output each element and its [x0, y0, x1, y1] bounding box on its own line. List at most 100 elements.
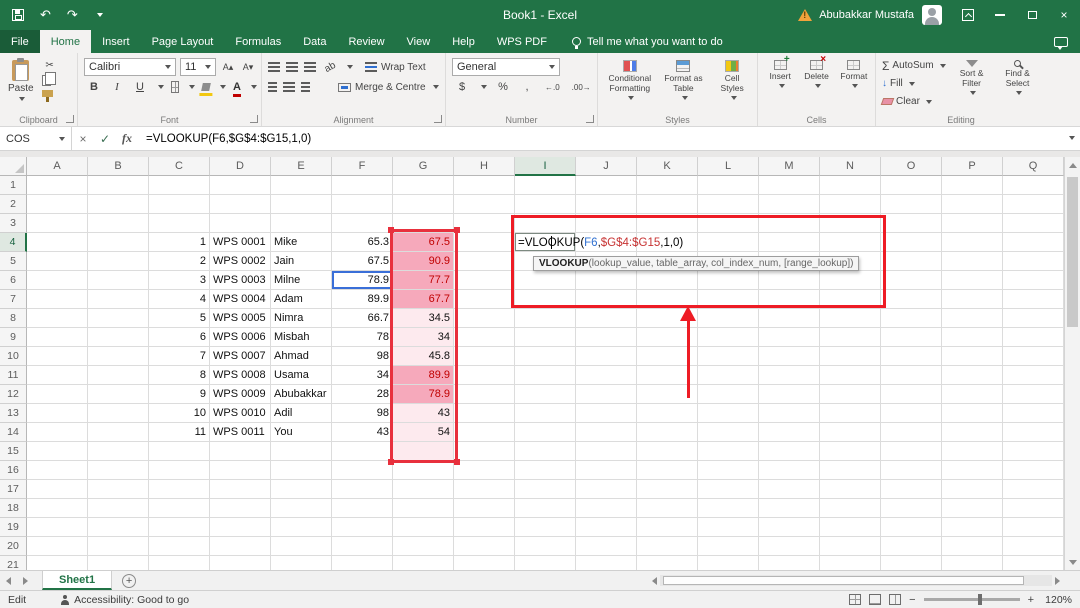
row-header-8[interactable]: 8 [0, 309, 27, 328]
align-right-icon[interactable] [301, 82, 310, 84]
cell-N17[interactable] [820, 480, 881, 499]
row-header-15[interactable]: 15 [0, 442, 27, 461]
cell-B5[interactable] [88, 252, 149, 271]
comma-button[interactable]: , [519, 78, 535, 96]
cell-F2[interactable] [332, 195, 393, 214]
cell-J14[interactable] [576, 423, 637, 442]
cell-C2[interactable] [149, 195, 210, 214]
cell-H2[interactable] [454, 195, 515, 214]
row-header-1[interactable]: 1 [0, 176, 27, 195]
cell-A20[interactable] [27, 537, 88, 556]
horizontal-scroll-thumb[interactable] [663, 576, 1024, 585]
cell-D4[interactable]: WPS 0001 [210, 233, 271, 252]
cell-N18[interactable] [820, 499, 881, 518]
cell-L1[interactable] [698, 176, 759, 195]
cell-P2[interactable] [942, 195, 1003, 214]
tell-me-box[interactable]: Tell me what you want to do [572, 30, 723, 53]
underline-button[interactable]: U [132, 78, 148, 96]
cell-C20[interactable] [149, 537, 210, 556]
cell-H19[interactable] [454, 518, 515, 537]
cell-L8[interactable] [698, 309, 759, 328]
row-header-5[interactable]: 5 [0, 252, 27, 271]
avatar[interactable] [922, 5, 942, 25]
cell-C6[interactable]: 3 [149, 271, 210, 290]
fill-button[interactable]: ↓ Fill [882, 75, 946, 92]
zoom-in-button[interactable]: + [1028, 594, 1034, 606]
cell-B4[interactable] [88, 233, 149, 252]
cell-F3[interactable] [332, 214, 393, 233]
cell-M9[interactable] [759, 328, 820, 347]
col-header-I[interactable]: I [515, 157, 576, 176]
cell-F1[interactable] [332, 176, 393, 195]
borders-dropdown-arrow[interactable] [189, 85, 195, 89]
orientation-dropdown-arrow[interactable] [347, 65, 353, 69]
cell-H3[interactable] [454, 214, 515, 233]
cell-N16[interactable] [820, 461, 881, 480]
save-icon[interactable] [12, 9, 24, 21]
cell-H1[interactable] [454, 176, 515, 195]
cell-P19[interactable] [942, 518, 1003, 537]
middle-align-icon[interactable] [286, 62, 298, 64]
cell-P4[interactable] [942, 233, 1003, 252]
cell-I10[interactable] [515, 347, 576, 366]
cell-H21[interactable] [454, 556, 515, 570]
row-header-12[interactable]: 12 [0, 385, 27, 404]
cell-F4[interactable]: 65.3 [332, 233, 393, 252]
cell-H17[interactable] [454, 480, 515, 499]
cell-H7[interactable] [454, 290, 515, 309]
cell-Q18[interactable] [1003, 499, 1064, 518]
cell-B11[interactable] [88, 366, 149, 385]
autosum-button[interactable]: Σ AutoSum [882, 57, 946, 74]
cell-E17[interactable] [271, 480, 332, 499]
cell-F10[interactable]: 98 [332, 347, 393, 366]
cell-N21[interactable] [820, 556, 881, 570]
cell-O17[interactable] [881, 480, 942, 499]
cell-E10[interactable]: Ahmad [271, 347, 332, 366]
percent-button[interactable]: % [495, 78, 511, 96]
row-header-19[interactable]: 19 [0, 518, 27, 537]
cell-O19[interactable] [881, 518, 942, 537]
row-header-11[interactable]: 11 [0, 366, 27, 385]
cell-A3[interactable] [27, 214, 88, 233]
cell-M19[interactable] [759, 518, 820, 537]
cell-K13[interactable] [637, 404, 698, 423]
cell-M12[interactable] [759, 385, 820, 404]
cell-M14[interactable] [759, 423, 820, 442]
cell-D14[interactable]: WPS 0011 [210, 423, 271, 442]
cell-G1[interactable] [393, 176, 454, 195]
cell-A14[interactable] [27, 423, 88, 442]
row-header-16[interactable]: 16 [0, 461, 27, 480]
cell-Q1[interactable] [1003, 176, 1064, 195]
cell-I12[interactable] [515, 385, 576, 404]
cell-Q4[interactable] [1003, 233, 1064, 252]
cell-F14[interactable]: 43 [332, 423, 393, 442]
paste-button[interactable]: Paste [6, 57, 36, 101]
cell-O21[interactable] [881, 556, 942, 570]
cell-F16[interactable] [332, 461, 393, 480]
cell-O11[interactable] [881, 366, 942, 385]
vertical-scroll-thumb[interactable] [1067, 177, 1078, 327]
clipboard-dialog-launcher[interactable] [66, 115, 74, 123]
cell-B12[interactable] [88, 385, 149, 404]
cell-A18[interactable] [27, 499, 88, 518]
cell-A4[interactable] [27, 233, 88, 252]
top-align-icon[interactable] [268, 62, 280, 64]
cell-N9[interactable] [820, 328, 881, 347]
enter-button[interactable]: ✓ [94, 132, 116, 146]
row-header-7[interactable]: 7 [0, 290, 27, 309]
cell-C17[interactable] [149, 480, 210, 499]
cell-F18[interactable] [332, 499, 393, 518]
cancel-button[interactable]: × [72, 132, 94, 146]
cell-K15[interactable] [637, 442, 698, 461]
cell-C5[interactable]: 2 [149, 252, 210, 271]
cell-A13[interactable] [27, 404, 88, 423]
font-color-icon[interactable]: A [233, 82, 241, 93]
cell-O14[interactable] [881, 423, 942, 442]
col-header-L[interactable]: L [698, 157, 759, 176]
cell-F15[interactable] [332, 442, 393, 461]
scroll-right-arrow[interactable] [1055, 577, 1060, 585]
redo-icon[interactable]: ↷ [67, 7, 78, 23]
cell-G20[interactable] [393, 537, 454, 556]
cell-I1[interactable] [515, 176, 576, 195]
copy-button[interactable] [42, 75, 51, 86]
